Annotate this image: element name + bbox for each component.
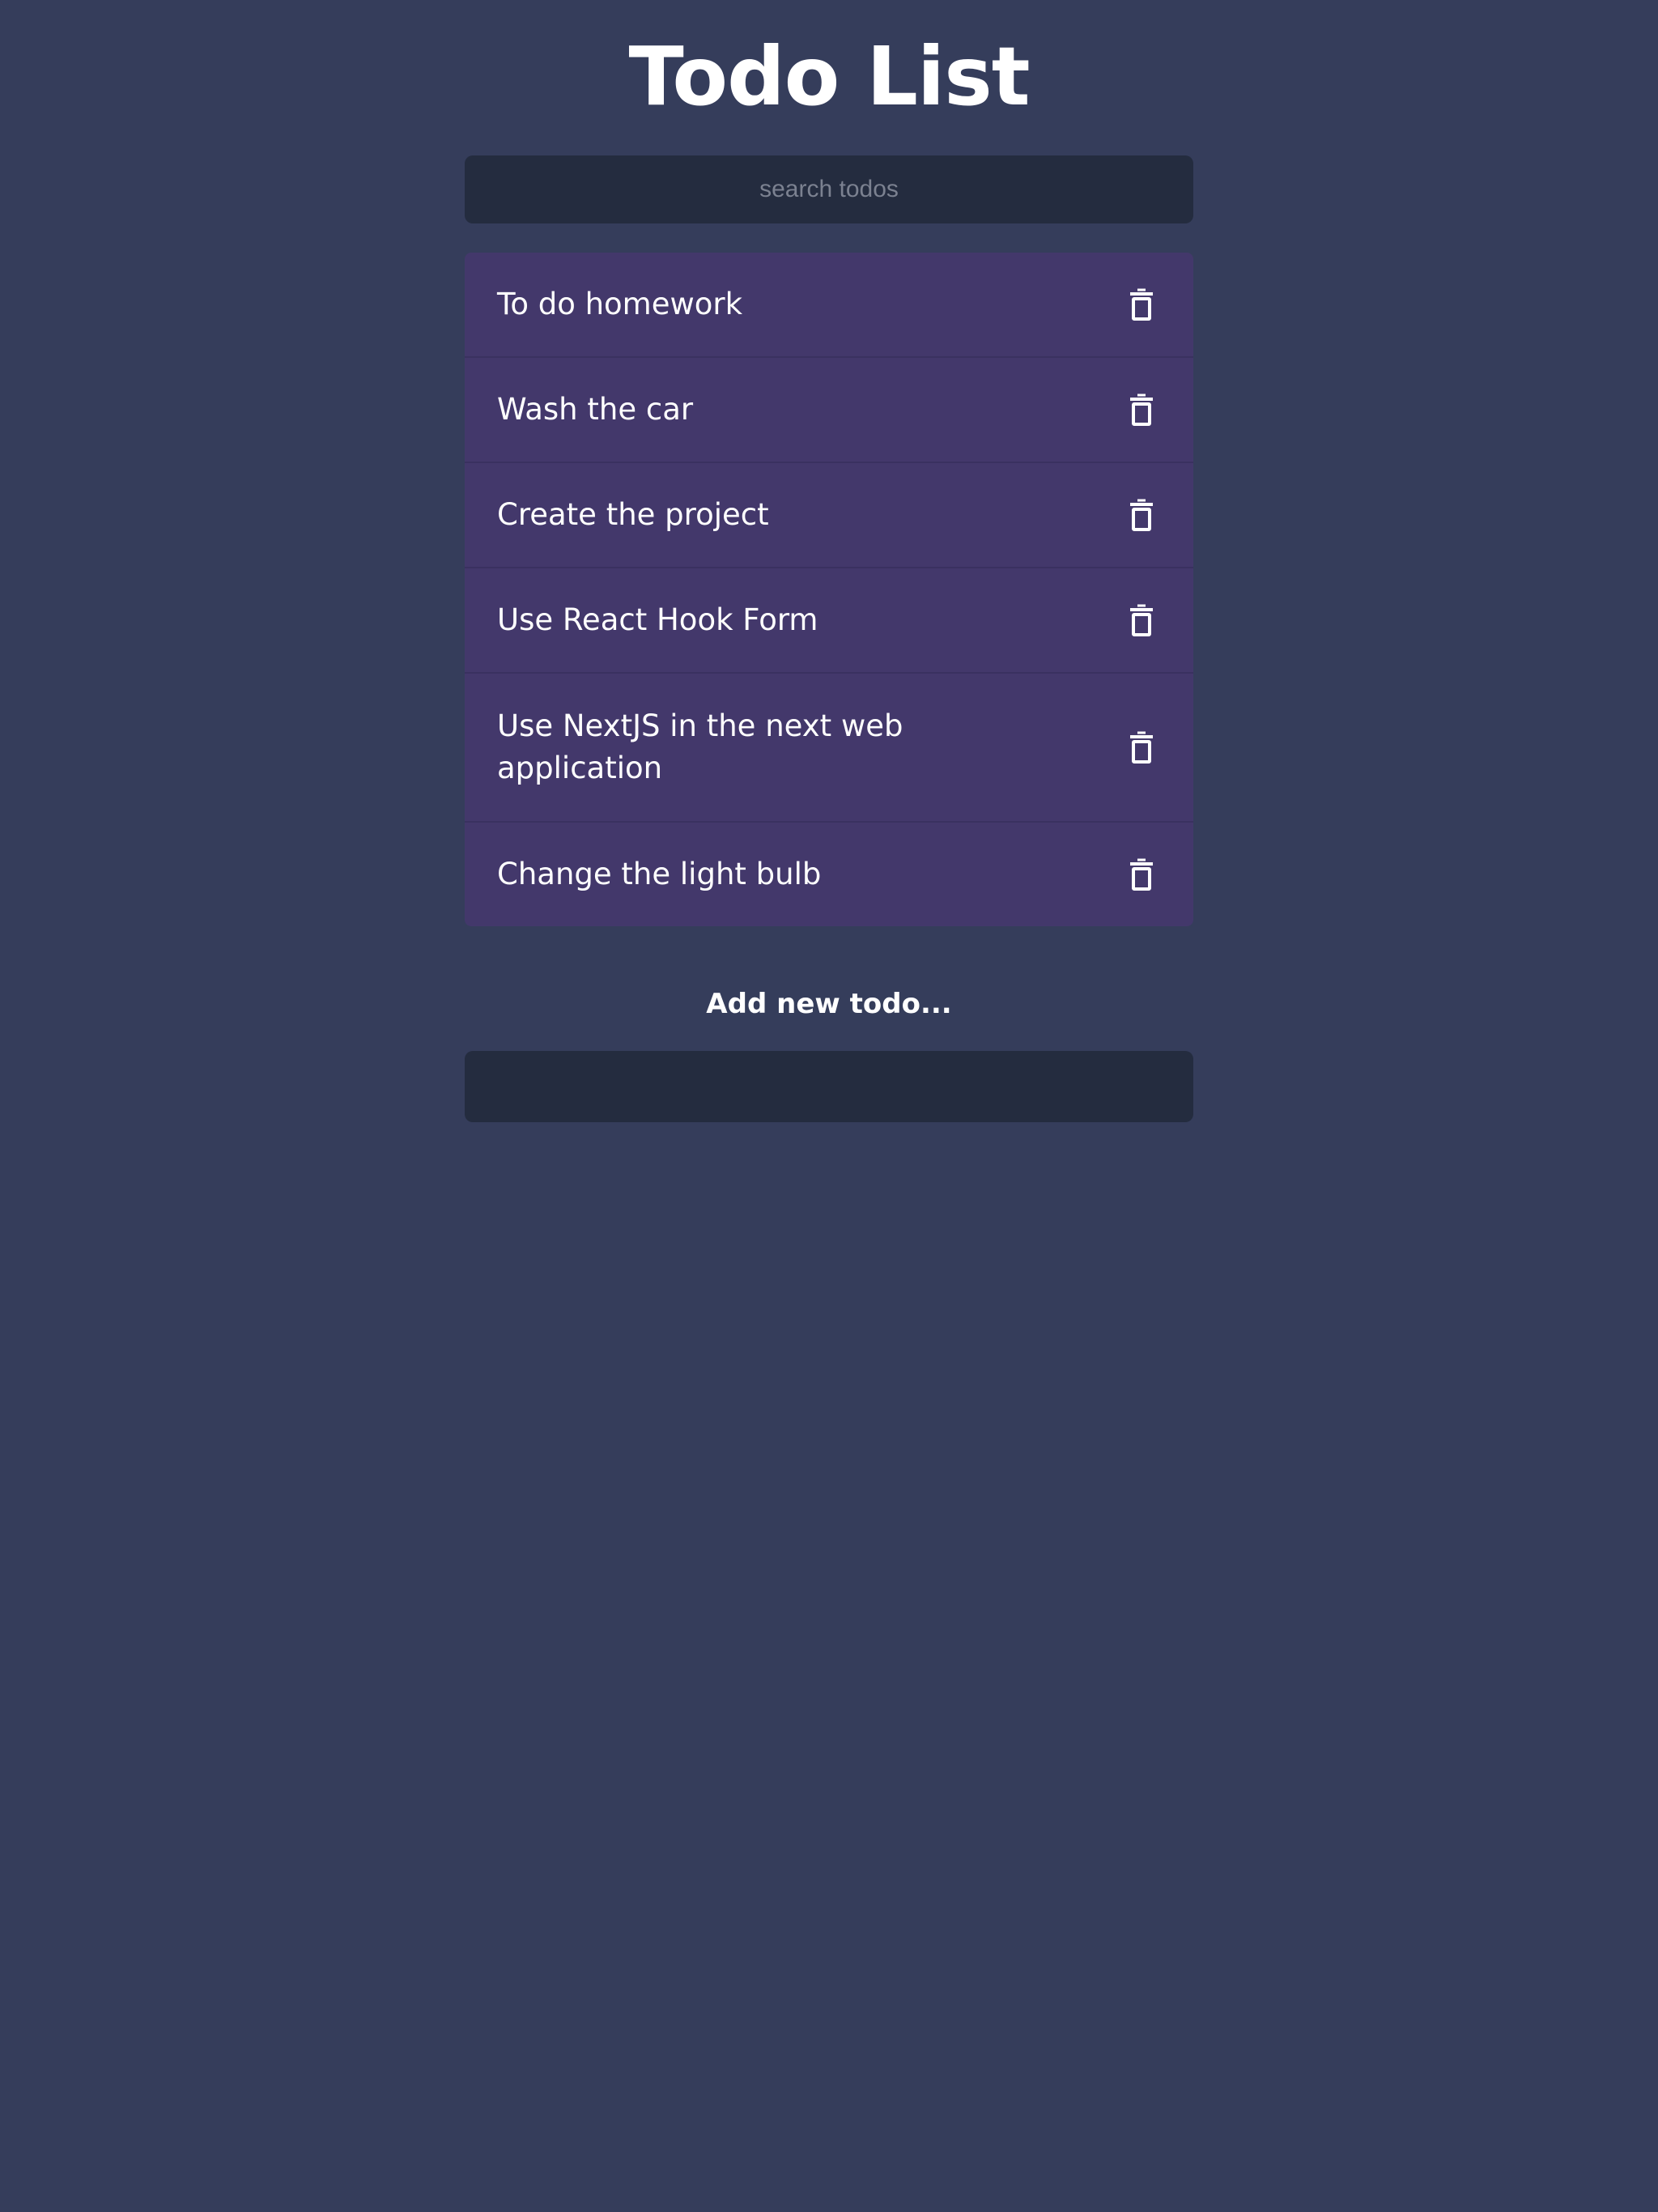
todo-item: Create the project xyxy=(465,463,1193,568)
trash-icon xyxy=(1130,731,1153,764)
todo-text: Create the project xyxy=(497,497,769,532)
delete-todo-button[interactable] xyxy=(1117,491,1166,539)
trash-icon xyxy=(1130,499,1153,531)
trash-icon xyxy=(1130,393,1153,426)
todo-app: Todo List To do homework Wash the car xyxy=(465,0,1193,1122)
todo-text: To do homework xyxy=(497,287,743,321)
trash-icon xyxy=(1130,604,1153,636)
todo-item: Change the light bulb xyxy=(465,823,1193,926)
trash-icon xyxy=(1130,288,1153,321)
add-todo-input[interactable] xyxy=(465,1051,1193,1122)
todo-text: Wash the car xyxy=(497,392,694,427)
search-input[interactable] xyxy=(465,155,1193,223)
delete-todo-button[interactable] xyxy=(1117,723,1166,772)
todo-list: To do homework Wash the car Create the p… xyxy=(465,253,1193,926)
todo-item: Wash the car xyxy=(465,358,1193,463)
add-todo-label: Add new todo... xyxy=(706,988,952,1020)
todo-text: Change the light bulb xyxy=(497,857,822,891)
delete-todo-button[interactable] xyxy=(1117,850,1166,899)
trash-icon xyxy=(1130,858,1153,891)
todo-item: Use NextJS in the next web application xyxy=(465,674,1193,823)
delete-todo-button[interactable] xyxy=(1117,596,1166,644)
delete-todo-button[interactable] xyxy=(1117,385,1166,434)
todo-item: To do homework xyxy=(465,253,1193,358)
todo-item: Use React Hook Form xyxy=(465,568,1193,674)
page-title: Todo List xyxy=(628,29,1030,124)
todo-text: Use NextJS in the next web application xyxy=(497,708,903,785)
delete-todo-button[interactable] xyxy=(1117,280,1166,329)
todo-text: Use React Hook Form xyxy=(497,602,818,637)
